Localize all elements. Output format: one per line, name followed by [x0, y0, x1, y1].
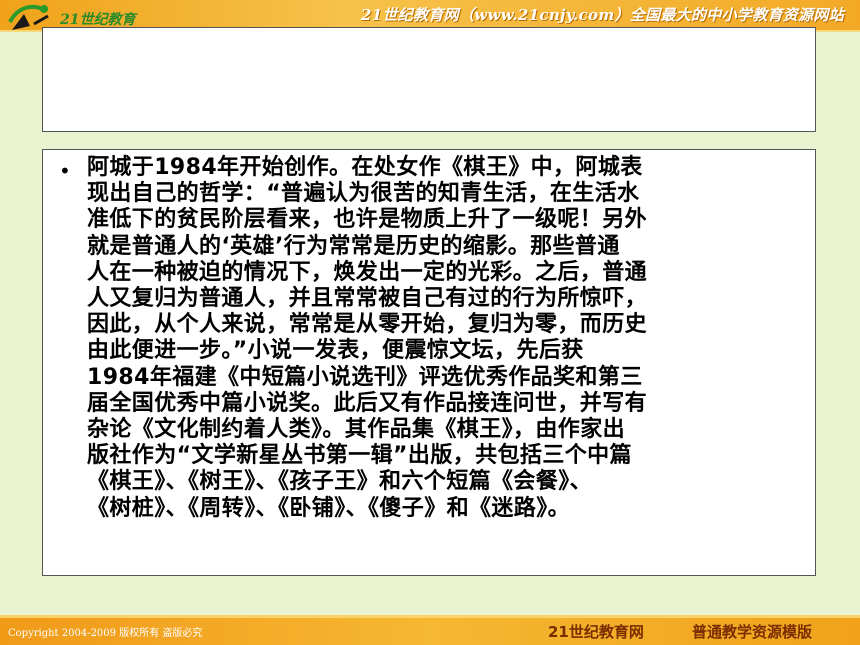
bullet-marker: • — [59, 159, 71, 183]
header-slogan: 21世纪教育网（www.21cnjy.com）全国最大的中小学教育资源网站 — [361, 6, 844, 24]
slide-content-box[interactable]: • 阿城于1984年开始创作。在处女作《棋王》中，阿城表 现出自己的哲学：“普遍… — [42, 149, 816, 576]
footer-band: Copyright 2004-2009 版权所有 盗版必究 21世纪教育网 普通… — [0, 618, 860, 645]
slide-title-box[interactable] — [42, 27, 816, 132]
header-band: 21世纪教育 21世纪教育网（www.21cnjy.com）全国最大的中小学教育… — [0, 0, 860, 30]
logo-text: 21世纪教育 — [59, 11, 138, 28]
footer-site-name: 21世纪教育网 — [548, 623, 644, 641]
content-paragraph: 阿城于1984年开始创作。在处女作《棋王》中，阿城表 现出自己的哲学：“普遍认为… — [87, 155, 648, 521]
copyright-text: Copyright 2004-2009 版权所有 盗版必究 — [8, 628, 203, 639]
footer-template-name: 普通教学资源模版 — [692, 623, 813, 641]
